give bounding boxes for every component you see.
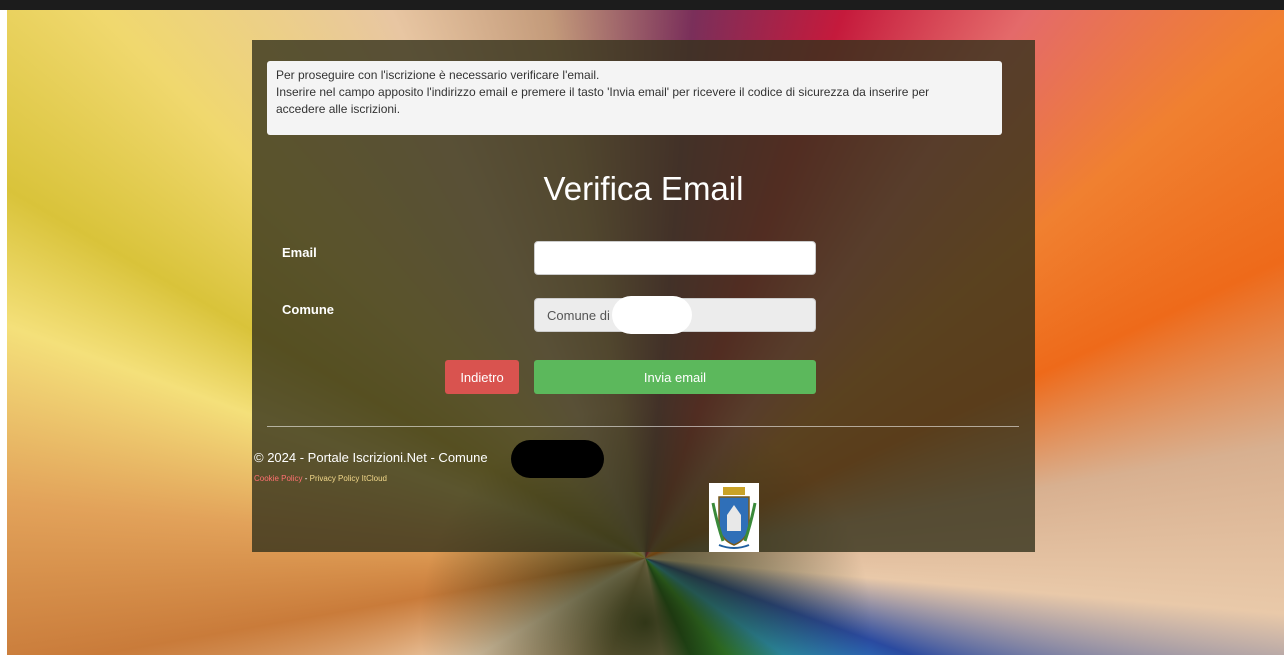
- send-email-button[interactable]: Invia email: [534, 360, 816, 394]
- top-bar: [0, 0, 1284, 10]
- notice-line-3: accedere alle iscrizioni.: [276, 102, 401, 116]
- notice-line-1: Per proseguire con l'iscrizione è necess…: [276, 68, 600, 82]
- privacy-policy-link[interactable]: Privacy Policy ItCloud: [310, 474, 387, 483]
- footer-copyright: © 2024 - Portale Iscrizioni.Net - Comune: [254, 450, 488, 465]
- redaction-mark: [612, 296, 692, 334]
- cookie-policy-link[interactable]: Cookie Policy: [254, 474, 302, 483]
- email-label: Email: [282, 245, 317, 260]
- coat-of-arms-icon: [709, 483, 759, 552]
- comune-label: Comune: [282, 302, 334, 317]
- info-notice: Per proseguire con l'iscrizione è necess…: [267, 61, 1002, 135]
- email-field[interactable]: [534, 241, 816, 275]
- redaction-mark: [511, 440, 604, 478]
- page-title: Verifica Email: [543, 170, 744, 207]
- back-button[interactable]: Indietro: [445, 360, 519, 394]
- verification-panel: Per proseguire con l'iscrizione è necess…: [252, 40, 1035, 552]
- divider: [267, 426, 1019, 427]
- link-separator: -: [304, 474, 308, 483]
- notice-line-2: Inserire nel campo apposito l'indirizzo …: [276, 85, 930, 99]
- footer-links: Cookie Policy - Privacy Policy ItCloud: [254, 474, 387, 483]
